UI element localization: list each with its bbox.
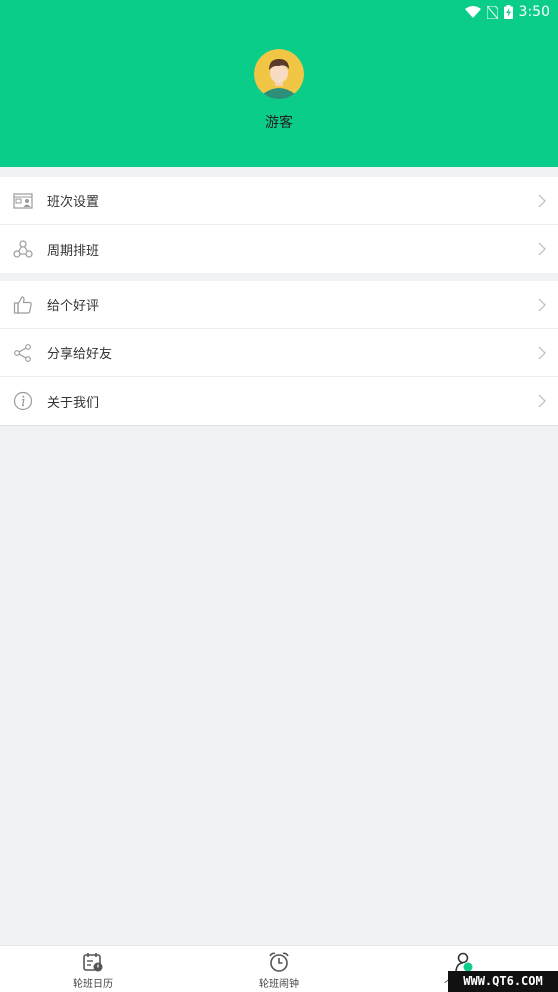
username: 游客 [265,115,293,131]
menu-item-cycle-schedule[interactable]: 周期排班 [0,225,558,273]
menu-item-label: 周期排班 [47,243,100,259]
chevron-right-icon [538,298,546,312]
avatar[interactable] [254,49,304,99]
cycle-link-icon [13,240,33,258]
alarm-clock-icon [269,952,289,972]
info-icon [13,391,33,411]
share-icon [14,344,31,362]
menu-item-shift-settings[interactable]: 班次设置 [0,177,558,225]
chevron-right-icon [538,194,546,208]
calendar-icon [83,953,103,972]
chevron-right-icon [538,346,546,360]
tab-shift-alarm[interactable]: 轮班闹钟 [239,946,319,992]
status-bar: 3:50 [358,0,558,24]
menu-group-misc: 给个好评 分享给好友 关于我们 [0,281,558,426]
tab-shift-calendar[interactable]: 轮班日历 [53,946,133,992]
menu-item-about[interactable]: 关于我们 [0,377,558,425]
chevron-right-icon [538,242,546,256]
chevron-right-icon [538,394,546,408]
avatar-icon [254,49,304,99]
wifi-icon [464,6,481,18]
menu-item-share[interactable]: 分享给好友 [0,329,558,377]
profile-header: 3:50 游客 [0,0,558,167]
profile-active-icon [455,952,473,972]
menu-item-rate-app[interactable]: 给个好评 [0,281,558,329]
no-sim-icon [486,5,498,19]
thumbs-up-icon [13,296,32,314]
status-time: 3:50 [518,4,550,20]
menu-item-label: 给个好评 [47,299,100,314]
tab-label: 轮班日历 [73,979,113,990]
menu-item-label: 班次设置 [47,195,100,210]
site-watermark: WWW.QT6.COM [448,971,558,992]
schedule-card-icon [13,193,33,209]
battery-charging-icon [503,5,513,19]
menu-item-label: 分享给好友 [47,347,113,362]
menu-group-schedule: 班次设置 周期排班 [0,177,558,273]
menu-item-label: 关于我们 [47,395,100,411]
tab-label: 轮班闹钟 [259,979,299,990]
